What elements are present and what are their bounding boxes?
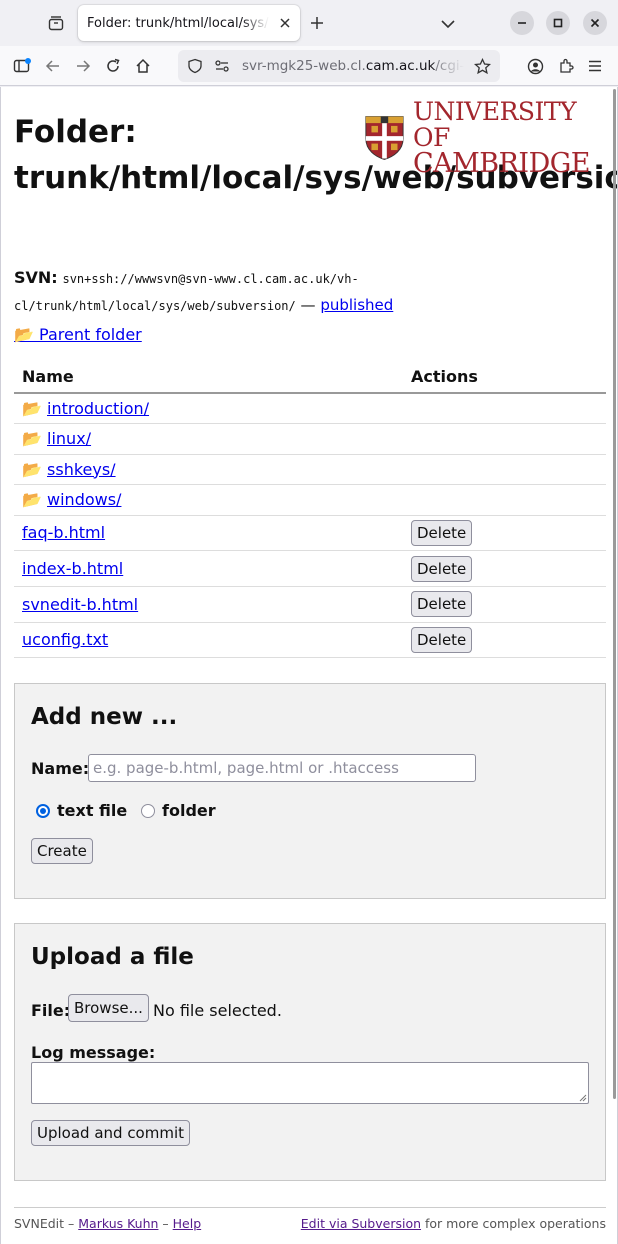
add-new-panel: Add new ... Name: text file folder Creat… <box>14 683 606 899</box>
table-row: svnedit-b.html Delete <box>14 586 606 623</box>
url-path: /cgi-bin/svnedit <box>435 58 464 74</box>
create-button[interactable]: Create <box>31 838 93 864</box>
reload-icon[interactable] <box>101 54 125 78</box>
browse-button[interactable]: Browse... <box>68 994 149 1022</box>
url-prefix: svr-mgk25-web.cl. <box>242 58 366 74</box>
account-icon[interactable] <box>523 54 547 78</box>
folder-radio[interactable] <box>141 804 155 818</box>
footer-right: Edit via Subversion for more complex ope… <box>301 1216 606 1231</box>
upload-and-commit-button[interactable]: Upload and commit <box>31 1120 191 1146</box>
parent-folder-link[interactable]: 📂 Parent folder <box>14 325 142 344</box>
cambridge-shield-icon <box>365 116 404 160</box>
close-window-icon[interactable] <box>583 11 607 35</box>
text-file-label[interactable]: text file <box>57 801 127 820</box>
table-row: uconfig.txt Delete <box>14 622 606 659</box>
text-file-radio[interactable] <box>36 804 50 818</box>
upload-panel: Upload a file File: Browse... No file se… <box>14 923 606 1181</box>
new-tab-icon[interactable] <box>305 11 329 35</box>
svn-info: SVN: svn+ssh://wwwsvn@svn-www.cl.cam.ac.… <box>14 265 606 319</box>
table-row: index-b.html Delete <box>14 550 606 587</box>
upload-heading: Upload a file <box>31 944 194 970</box>
file-link-svnedit-b[interactable]: svnedit-b.html <box>22 595 138 614</box>
column-header-actions: Actions <box>403 363 606 394</box>
resize-grip-icon[interactable] <box>579 1094 587 1102</box>
forward-arrow-icon[interactable] <box>71 54 95 78</box>
back-arrow-icon[interactable] <box>41 54 65 78</box>
university-logo[interactable]: UNIVERSITY OF CAMBRIDGE <box>364 99 606 177</box>
logo-line-2: CAMBRIDGE <box>412 148 591 179</box>
tab-title: Folder: trunk/html/local/sys/web/subvers… <box>87 15 269 31</box>
site-permissions-icon[interactable] <box>214 58 230 74</box>
file-label: File: <box>31 1001 71 1020</box>
log-message-textarea[interactable] <box>31 1062 589 1104</box>
footer-app-name: SVNEdit <box>14 1216 65 1231</box>
shield-icon[interactable] <box>187 58 203 74</box>
sidebar-icon[interactable] <box>10 54 34 78</box>
folder-link-linux[interactable]: linux/ <box>47 429 91 448</box>
extensions-icon[interactable] <box>554 54 578 78</box>
address-bar[interactable]: svr-mgk25-web.cl.cam.ac.uk/cgi-bin/svned… <box>178 50 500 82</box>
tab-close-icon[interactable] <box>278 16 292 30</box>
delete-button[interactable]: Delete <box>411 519 473 546</box>
page-footer: SVNEdit – Markus Kuhn – Help Edit via Su… <box>14 1207 606 1231</box>
footer-separator: – <box>64 1216 79 1231</box>
delete-button[interactable]: Delete <box>411 555 473 582</box>
folder-link-sshkeys[interactable]: sshkeys/ <box>47 460 116 479</box>
maximize-icon[interactable] <box>546 11 570 35</box>
url-text[interactable]: svr-mgk25-web.cl.cam.ac.uk/cgi-bin/svned… <box>242 58 464 74</box>
tab-list-icon[interactable] <box>40 8 72 38</box>
name-input[interactable] <box>88 754 476 782</box>
tab-bar: Folder: trunk/html/local/sys/web/subvers… <box>0 0 618 46</box>
log-message-label: Log message: <box>31 1043 156 1062</box>
scrollbar[interactable] <box>613 89 616 1099</box>
folder-label[interactable]: folder <box>162 801 216 820</box>
name-label: Name: <box>31 759 90 778</box>
chevron-down-icon[interactable] <box>437 13 459 35</box>
home-icon[interactable] <box>131 54 155 78</box>
page-viewport: Folder: trunk/html/local/sys/web/subvers… <box>0 87 618 1244</box>
no-file-selected-text: No file selected. <box>153 1001 282 1020</box>
page-title: Folder: trunk/html/local/sys/web/subvers… <box>14 114 618 196</box>
delete-button[interactable]: Delete <box>411 626 473 653</box>
minimize-icon[interactable] <box>510 11 534 35</box>
folder-link-introduction[interactable]: introduction/ <box>47 399 149 418</box>
logo-line-1: UNIVERSITY OF <box>412 97 577 152</box>
column-header-name: Name <box>14 363 403 394</box>
folder-icon: 📂 <box>22 399 42 418</box>
bookmark-star-icon[interactable] <box>474 58 491 75</box>
table-row: 📂 linux/ <box>14 423 606 455</box>
footer-suffix: for more complex operations <box>421 1216 606 1231</box>
file-link-faq-b[interactable]: faq-b.html <box>22 523 105 542</box>
help-link[interactable]: Help <box>173 1216 202 1231</box>
navigation-toolbar: svr-mgk25-web.cl.cam.ac.uk/cgi-bin/svned… <box>0 46 618 86</box>
folder-link-windows[interactable]: windows/ <box>47 490 121 509</box>
table-row: faq-b.html Delete <box>14 515 606 552</box>
file-link-index-b[interactable]: index-b.html <box>22 559 123 578</box>
table-header-row: Name Actions <box>14 363 606 394</box>
folder-icon: 📂 <box>22 429 42 449</box>
table-row: 📂 sshkeys/ <box>14 454 606 485</box>
published-link[interactable]: published <box>320 296 393 314</box>
delete-button[interactable]: Delete <box>411 591 473 618</box>
svn-label: SVN: <box>14 268 58 287</box>
active-tab[interactable]: Folder: trunk/html/local/sys/web/subvers… <box>78 5 300 41</box>
table-row: 📂 windows/ <box>14 484 606 516</box>
footer-separator: – <box>158 1216 173 1231</box>
file-table: Name Actions 📂 introduction/ 📂 linux/ 📂 … <box>14 363 606 659</box>
svn-separator: — <box>295 296 321 314</box>
add-new-heading: Add new ... <box>31 704 178 730</box>
menu-icon[interactable] <box>583 54 607 78</box>
university-wordmark: UNIVERSITY OF CAMBRIDGE <box>412 97 606 179</box>
author-link[interactable]: Markus Kuhn <box>78 1216 158 1231</box>
folder-icon: 📂 <box>22 490 42 510</box>
edit-via-subversion-link[interactable]: Edit via Subversion <box>301 1216 421 1231</box>
url-host: cam.ac.uk <box>365 58 436 74</box>
file-link-uconfig[interactable]: uconfig.txt <box>22 630 108 649</box>
folder-icon: 📂 <box>22 459 42 479</box>
table-row: 📂 introduction/ <box>14 393 606 424</box>
